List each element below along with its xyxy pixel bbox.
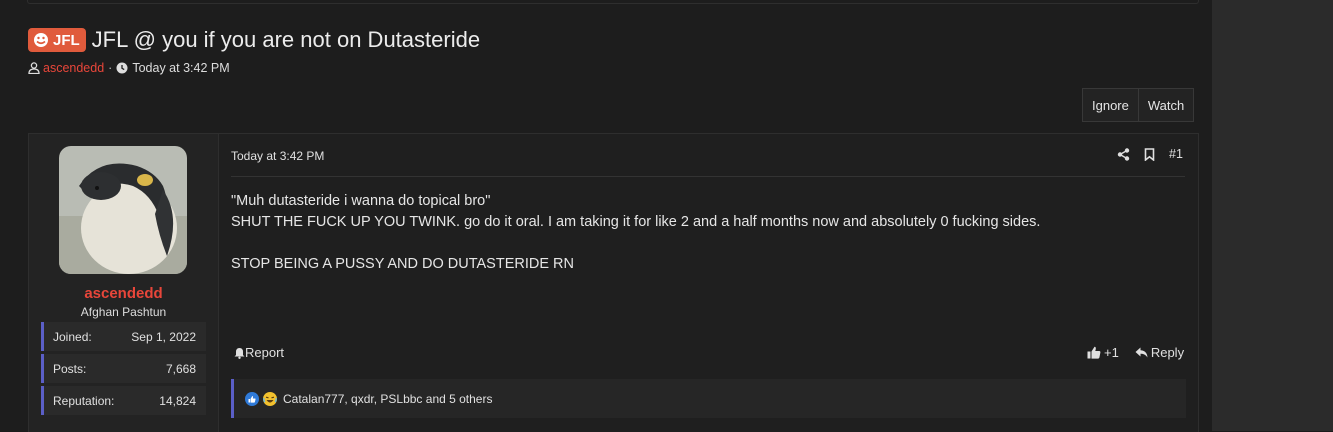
watch-button[interactable]: Watch xyxy=(1138,88,1195,122)
thread-prefix-badge[interactable]: JFL xyxy=(28,28,86,52)
stat-reputation: Reputation: 14,824 xyxy=(41,386,206,415)
stat-label: Posts: xyxy=(53,361,87,376)
right-gutter xyxy=(1212,0,1333,431)
thread-title: JFL @ you if you are not on Dutasteride xyxy=(91,27,481,52)
main-content: JFL JFL @ you if you are not on Dutaster… xyxy=(0,0,1212,432)
body-line: SHUT THE FUCK UP YOU TWINK. go do it ora… xyxy=(231,214,1041,230)
post-number-link[interactable]: #1 xyxy=(1169,147,1183,161)
like-count[interactable]: +1 xyxy=(1104,345,1119,360)
ignore-button[interactable]: Ignore xyxy=(1082,88,1139,122)
stat-value: 14,824 xyxy=(159,393,196,408)
report-button[interactable]: Report xyxy=(234,345,284,360)
stat-label: Joined: xyxy=(53,329,92,344)
previous-block-edge xyxy=(27,0,1199,4)
stat-joined: Joined: Sep 1, 2022 xyxy=(41,322,206,351)
bookmark-icon[interactable] xyxy=(1144,147,1155,161)
reactions-bar[interactable]: Catalan777, qxdr, PSLbbc and 5 others xyxy=(231,379,1186,418)
post-username[interactable]: ascendedd xyxy=(29,285,218,302)
smiley-icon xyxy=(34,33,48,47)
meta-separator: · xyxy=(108,61,113,75)
body-line: STOP BEING A PUSSY AND DO DUTASTERIDE RN xyxy=(231,256,574,272)
penguin-avatar-image xyxy=(59,146,187,274)
laughing-reaction-icon xyxy=(263,391,277,406)
prefix-label: JFL xyxy=(53,31,80,49)
post-actions: +1 Reply xyxy=(1087,345,1184,360)
reply-icon xyxy=(1135,347,1148,358)
stat-value: 7,668 xyxy=(165,361,196,376)
body-line: "Muh dutasteride i wanna do topical bro" xyxy=(231,193,491,209)
post-container: ascendedd Afghan Pashtun Joined: Sep 1, … xyxy=(28,133,1199,432)
post-body: "Muh dutasteride i wanna do topical bro"… xyxy=(231,191,1040,275)
thread-actions: Ignore Watch xyxy=(1082,88,1195,122)
post-header-divider xyxy=(231,176,1185,177)
post-tools: #1 xyxy=(1117,147,1183,161)
stat-posts: Posts: 7,668 xyxy=(41,354,206,383)
thread-time[interactable]: Today at 3:42 PM xyxy=(132,61,229,75)
thread-title-row: JFL JFL @ you if you are not on Dutaster… xyxy=(28,27,480,53)
stat-value: Sep 1, 2022 xyxy=(131,329,196,344)
stat-label: Reputation: xyxy=(53,393,115,408)
report-label: Report xyxy=(245,345,285,360)
user-title: Afghan Pashtun xyxy=(80,305,167,319)
post-date[interactable]: Today at 3:42 PM xyxy=(231,149,324,163)
thread-meta: ascendedd · Today at 3:42 PM xyxy=(28,61,230,75)
bell-icon xyxy=(234,347,245,359)
share-icon[interactable] xyxy=(1117,147,1130,161)
reply-label: Reply xyxy=(1150,345,1185,360)
post-user-panel: ascendedd Afghan Pashtun Joined: Sep 1, … xyxy=(29,134,219,432)
thumbs-up-icon[interactable] xyxy=(1087,346,1101,359)
clock-icon xyxy=(116,62,128,74)
reply-button[interactable]: Reply xyxy=(1135,345,1184,360)
body-blank-line xyxy=(231,233,1040,254)
thread-author-link[interactable]: ascendedd xyxy=(43,61,104,75)
user-icon xyxy=(28,62,40,74)
reaction-users-list[interactable]: Catalan777, qxdr, PSLbbc and 5 others xyxy=(283,392,492,406)
like-reaction-icon xyxy=(245,391,259,406)
avatar[interactable] xyxy=(59,146,187,274)
